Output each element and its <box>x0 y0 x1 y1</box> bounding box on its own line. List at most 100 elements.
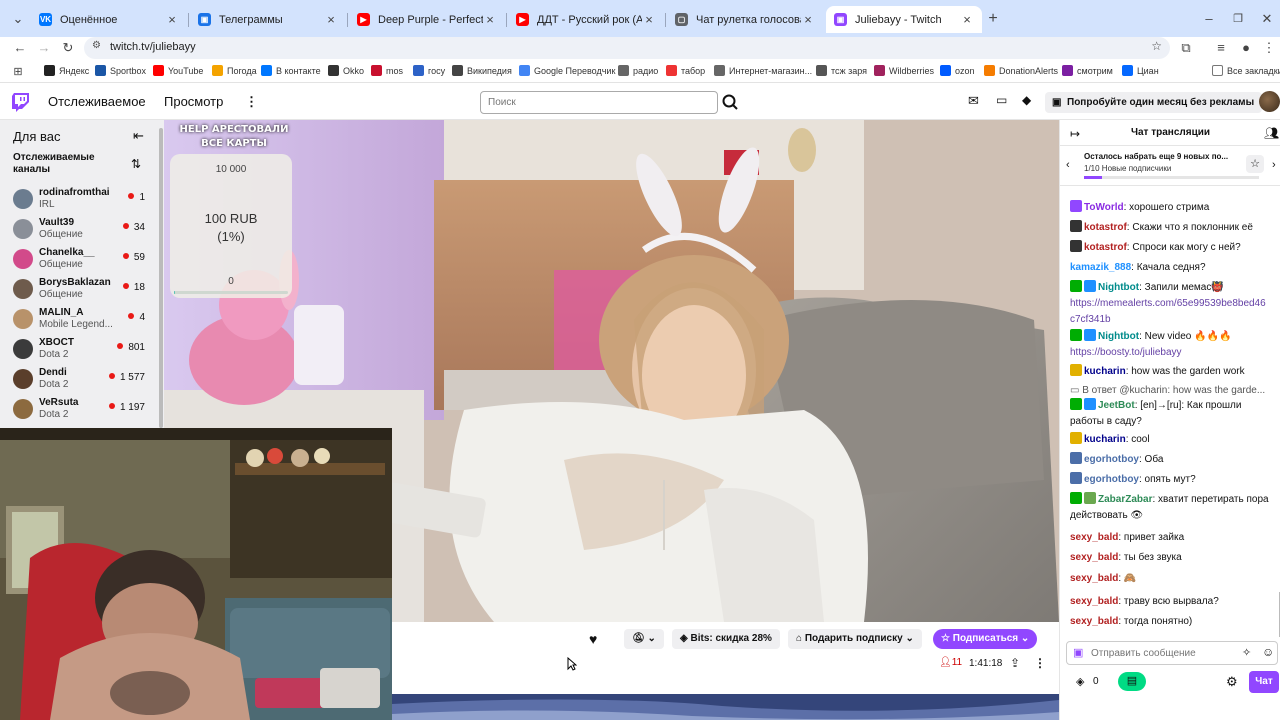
chat-input-box[interactable]: ▣ ✧ ☺ <box>1066 641 1278 665</box>
community-icon[interactable]: 👥︎ <box>1264 126 1279 140</box>
bookmark-item[interactable]: Sportbox <box>95 65 146 76</box>
omnibox[interactable]: ⚙ twitch.tv/juliebayy ☆ <box>84 37 1170 59</box>
chat-username[interactable]: kucharin <box>1084 366 1126 377</box>
bookmark-item[interactable]: радио <box>618 65 658 76</box>
sidebar-scrollbar[interactable] <box>159 128 163 428</box>
close-tab-icon[interactable]: × <box>642 12 656 27</box>
sidebar-channel-item[interactable]: Vault39 Общение 34 <box>0 214 158 244</box>
nav-following[interactable]: Отслеживаемое <box>48 94 146 109</box>
bookmark-item[interactable]: DonationAlerts <box>984 65 1058 76</box>
chat-username[interactable]: Nightbot <box>1098 331 1139 342</box>
bits-button[interactable]: ◈ Bits: скидка 28% <box>672 629 780 649</box>
sidebar-channel-item[interactable]: Chanelka__ Общение 59 <box>0 244 158 274</box>
chat-username[interactable]: Nightbot <box>1098 282 1139 293</box>
chat-username[interactable]: sexy_bald <box>1070 596 1118 607</box>
chat-username[interactable]: egorhotboy <box>1084 474 1139 485</box>
bits-icon[interactable]: ◈ <box>1076 675 1084 688</box>
bookmark-item[interactable]: табор <box>666 65 705 76</box>
close-tab-icon[interactable]: × <box>960 12 974 27</box>
restore-icon[interactable]: ❐ <box>1229 10 1247 28</box>
apps-icon[interactable]: ⊞ <box>9 63 27 81</box>
bookmark-item[interactable]: В контакте <box>261 65 321 76</box>
close-tab-icon[interactable]: × <box>801 12 815 27</box>
close-window-icon[interactable]: ✕ <box>1258 10 1276 28</box>
emote-icon[interactable]: ☺ <box>1262 645 1274 659</box>
profile-icon[interactable]: ● <box>1237 39 1255 57</box>
browser-tab[interactable]: ▣ Juliebayy - Twitch × <box>826 6 982 33</box>
chat-send-button[interactable]: Чат <box>1249 671 1279 693</box>
chat-username[interactable]: kucharin <box>1084 434 1126 445</box>
chat-username[interactable]: egorhotboy <box>1084 454 1139 465</box>
sidebar-channel-item[interactable]: rodinafromthai IRL 1 <box>0 184 158 214</box>
back-icon[interactable]: ← <box>11 39 29 57</box>
bookmark-item[interactable]: тсж заря <box>816 65 867 76</box>
chat-username[interactable]: kotastrof <box>1084 242 1127 253</box>
channel-points-icon[interactable]: ▣ <box>1073 646 1083 659</box>
browser-tab[interactable]: ▶ Deep Purple - Perfect Strangers× <box>349 6 505 33</box>
chat-username[interactable]: sexy_bald <box>1070 573 1118 584</box>
whispers-icon[interactable]: ▭ <box>996 93 1007 107</box>
chat-username[interactable]: sexy_bald <box>1070 532 1118 543</box>
goal-star-icon[interactable]: ☆ <box>1246 155 1264 173</box>
avatar[interactable] <box>1259 91 1280 112</box>
extensions-icon[interactable]: ⧉ <box>1177 39 1195 57</box>
menu-icon[interactable]: ⋮ <box>1260 39 1278 57</box>
forward-icon[interactable]: → <box>35 39 53 57</box>
close-tab-icon[interactable]: × <box>165 12 179 27</box>
chat-settings-icon[interactable]: ⚙ <box>1226 674 1238 690</box>
twitch-logo-icon[interactable] <box>12 93 29 112</box>
points-claim-button[interactable]: ▤ <box>1118 672 1146 691</box>
chat-link[interactable]: https://boosty.to/juliebayy <box>1070 347 1182 358</box>
bookmark-item[interactable]: Википедия <box>452 65 512 76</box>
bookmark-item[interactable]: ozon <box>940 65 975 76</box>
sidebar-channel-item[interactable]: VeRsuta Dota 2 1 197 <box>0 394 158 424</box>
sort-icon[interactable]: ⇅ <box>131 157 141 171</box>
chat-username[interactable]: kotastrof <box>1084 222 1127 233</box>
bookmark-item[interactable]: Циан <box>1122 65 1159 76</box>
bookmark-item[interactable]: смотрим <box>1062 65 1113 76</box>
url-text[interactable]: twitch.tv/juliebayy <box>110 41 196 53</box>
chat-username[interactable]: ZabarZabar <box>1098 494 1152 505</box>
bookmark-item[interactable]: Wildberries <box>874 65 934 76</box>
reload-icon[interactable]: ↻ <box>59 39 77 57</box>
notifications-button[interactable]: 🔕︎ ⌄ <box>624 629 664 649</box>
goal-next-icon[interactable]: › <box>1272 159 1276 171</box>
chat-username[interactable]: sexy_bald <box>1070 552 1118 563</box>
bookmark-item[interactable]: Google Переводчик <box>519 65 615 76</box>
bookmark-item[interactable]: mos <box>371 65 403 76</box>
chat-username[interactable]: JeetBot <box>1098 400 1135 411</box>
collapse-sidebar-icon[interactable]: ⇤ <box>133 128 144 144</box>
goal-prev-icon[interactable]: ‹ <box>1066 159 1070 171</box>
follow-heart-icon[interactable]: ♥ <box>589 631 597 647</box>
chat-input[interactable] <box>1091 646 1241 661</box>
bookmark-item[interactable]: госу <box>413 65 445 76</box>
more-icon[interactable]: ⋮ <box>245 94 258 110</box>
browser-tab[interactable]: ▶ ДДТ - Русский рок (Аудио) - YouTube× <box>508 6 664 33</box>
bookmark-item[interactable]: YouTube <box>153 65 203 76</box>
sidebar-channel-item[interactable]: MALIN_A Mobile Legend... 4 <box>0 304 158 334</box>
chat-username[interactable]: kamazik_888 <box>1070 262 1131 273</box>
chat-link[interactable]: https://memealerts.com/65e99539be8bed46c… <box>1070 298 1266 325</box>
sidebar-channel-item[interactable]: Dendi Dota 2 1 577 <box>0 364 158 394</box>
bookmark-item[interactable]: Okko <box>328 65 364 76</box>
close-tab-icon[interactable]: × <box>324 12 338 27</box>
share-icon[interactable]: ⇪ <box>1010 656 1020 670</box>
search-icon[interactable] <box>718 91 742 114</box>
magic-icon[interactable]: ✧ <box>1242 646 1251 659</box>
subscribe-button[interactable]: ☆ Подписаться ⌄ <box>933 629 1038 649</box>
chat-username[interactable]: ToWorld <box>1084 202 1124 213</box>
tab-search-icon[interactable]: ⌄ <box>9 10 27 28</box>
search-input[interactable] <box>480 91 718 114</box>
bookmark-item[interactable]: Яндекс <box>44 65 89 76</box>
site-info-icon[interactable]: ⚙ <box>92 40 101 51</box>
sidebar-channel-item[interactable]: BorysBaklazan Общение 18 <box>0 274 158 304</box>
minimize-icon[interactable]: – <box>1200 10 1218 28</box>
close-tab-icon[interactable]: × <box>483 12 497 27</box>
bookmark-star-icon[interactable]: ☆ <box>1151 39 1162 53</box>
all-bookmarks[interactable]: Все закладки <box>1212 65 1280 76</box>
crown-icon[interactable]: ◆ <box>1022 93 1031 107</box>
bookmark-item[interactable]: Интернет-магазин... <box>714 65 812 76</box>
ad-free-promo-button[interactable]: ▣ Попробуйте один месяц без рекламы <box>1045 92 1263 113</box>
sidebar-channel-item[interactable]: XBOCT Dota 2 801 <box>0 334 158 364</box>
nav-browse[interactable]: Просмотр <box>164 94 223 109</box>
